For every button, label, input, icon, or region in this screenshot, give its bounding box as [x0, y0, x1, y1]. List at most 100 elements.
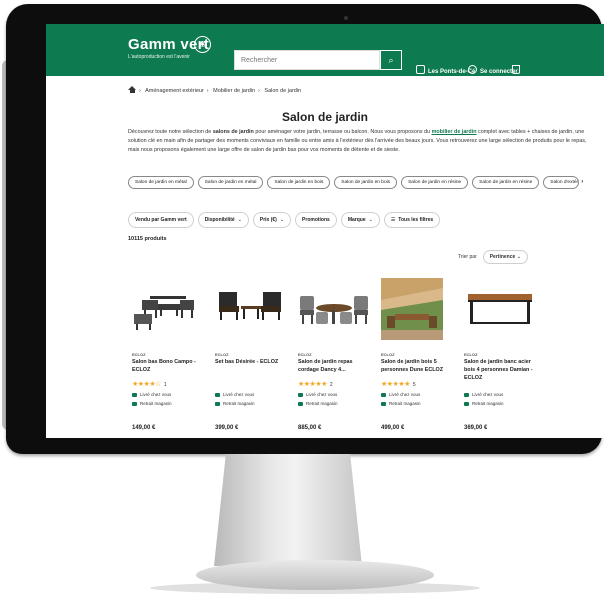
pickup-info: Retrait magasin — [132, 401, 172, 406]
store-icon — [416, 65, 425, 74]
product-image[interactable] — [211, 274, 291, 348]
login-link[interactable]: Se connecter — [468, 65, 518, 75]
truck-icon — [215, 392, 220, 397]
delivery-label: Livré chez vous — [140, 392, 172, 397]
product-price: 149,00 € — [132, 425, 156, 431]
sort-value: Pertinence — [489, 254, 516, 260]
all-filters-button[interactable]: ☰ Tous les filtres — [383, 212, 441, 228]
store-icon — [132, 401, 137, 406]
sliders-icon: ☰ — [390, 217, 396, 223]
search-icon: ⌕ — [388, 55, 394, 65]
site-header: Gamm vert L'autoproduction est l'avenir … — [46, 24, 604, 76]
monitor-stand — [214, 454, 362, 566]
chevron-down-icon: ⌄ — [516, 254, 521, 260]
product-name[interactable]: Salon de jardin repas cordage Dancy 4... — [298, 358, 372, 374]
stars-icon: ★★★★★ — [298, 381, 327, 388]
product-name[interactable]: Salon de jardin banc acier bois 4 person… — [464, 358, 538, 382]
search-button[interactable]: ⌕ — [380, 50, 402, 70]
filter-price[interactable]: Prix (€) ⌄ — [252, 212, 292, 228]
truck-icon — [298, 392, 303, 397]
page-title: Salon de jardin — [281, 110, 368, 124]
product-name[interactable]: Salon bas Bono Campo - ECLOZ — [132, 358, 206, 374]
sort-select[interactable]: Pertinence ⌄ — [482, 250, 528, 264]
category-chip[interactable]: Salon de jardin en résine — [472, 176, 540, 189]
intro-part: pour aménager votre jardin, terrasse ou … — [253, 129, 432, 135]
truck-icon — [381, 392, 386, 397]
filter-label: Vendu par Gamm vert — [135, 217, 187, 223]
pickup-label: Retrait magasin — [472, 401, 504, 406]
delivery-info: Livré chez vous — [132, 392, 171, 397]
pickup-label: Retrait magasin — [306, 401, 338, 406]
product-name[interactable]: Salon de jardin bois 5 personnes Dune EC… — [381, 358, 455, 374]
store-icon — [298, 401, 303, 406]
cart-icon[interactable] — [512, 65, 520, 74]
category-chip[interactable]: Salon de jardin en métal — [128, 176, 194, 189]
product-image[interactable] — [460, 274, 540, 348]
rating-stars: ★★★★★ 5 — [381, 380, 416, 388]
pickup-info: Retrait magasin — [298, 401, 338, 406]
search-input[interactable]: Rechercher — [234, 50, 380, 70]
category-chip[interactable]: Salon de jardin en résine — [401, 176, 469, 189]
pickup-info: Retrait magasin — [381, 401, 421, 406]
logo-emblem-icon: ❀ — [194, 36, 211, 53]
breadcrumb: › Aménagement extérieur › Mobilier de jar… — [128, 86, 301, 94]
filter-promotions[interactable]: Promotions — [295, 212, 337, 228]
category-chip[interactable]: Salon de jardin en métal — [197, 176, 264, 189]
delivery-info: Livré chez vous — [215, 392, 254, 397]
product-brand: ECLOZ — [215, 352, 229, 357]
breadcrumb-item[interactable]: Mobilier de jardin — [213, 88, 255, 94]
product-image[interactable] — [128, 274, 208, 348]
store-selector[interactable]: Les Ponts-de-Cé — [416, 65, 475, 75]
pickup-info: Retrait magasin — [215, 401, 255, 406]
category-chips: Salon de jardin en métal Salon de jardin … — [128, 170, 583, 189]
home-icon[interactable] — [128, 86, 136, 93]
delivery-label: Livré chez vous — [389, 392, 421, 397]
category-chip[interactable]: Salon de jardin en bois — [267, 176, 331, 189]
filter-label: Tous les filtres — [398, 217, 434, 223]
product-image[interactable] — [294, 274, 374, 348]
filter-bar: Vendu par Gamm vert Disponibilité ⌄ Prix (€… — [128, 208, 444, 228]
rating-stars: ★★★★★ 2 — [298, 380, 333, 388]
filter-label: Disponibilité — [204, 217, 235, 223]
category-chip[interactable]: Salon d'extérieur — [543, 176, 580, 189]
truck-icon — [132, 392, 137, 397]
delivery-label: Livré chez vous — [223, 392, 255, 397]
product-image[interactable] — [377, 274, 457, 348]
furniture-link[interactable]: mobilier de jardin — [432, 129, 477, 135]
stars-icon: ★★★★☆ — [132, 381, 161, 388]
product-brand: ECLOZ — [132, 352, 146, 357]
store-icon — [381, 401, 386, 406]
product-count: 10115 produits — [128, 236, 167, 242]
filter-availability[interactable]: Disponibilité ⌄ — [197, 212, 249, 228]
delivery-label: Livré chez vous — [306, 392, 338, 397]
intro-part: Découvrez toute notre sélection de — [128, 129, 213, 135]
product-brand: ECLOZ — [298, 352, 312, 357]
website-screen: Gamm vert L'autoproduction est l'avenir … — [46, 24, 604, 438]
delivery-info: Livré chez vous — [464, 392, 503, 397]
chevron-down-icon: ⌄ — [368, 217, 373, 223]
product-name[interactable]: Set bas Désirée - ECLOZ — [215, 358, 289, 366]
user-icon — [468, 65, 477, 74]
monitor-camera — [344, 16, 348, 20]
filter-sold-by[interactable]: Vendu par Gamm vert — [128, 212, 194, 228]
rating-stars: ★★★★☆ 1 — [132, 380, 167, 388]
filter-brand[interactable]: Marque ⌄ — [340, 212, 380, 228]
chevron-right-icon[interactable]: › — [581, 179, 583, 185]
chevron-down-icon: ⌄ — [237, 217, 242, 223]
delivery-info: Livré chez vous — [381, 392, 420, 397]
intro-bold: salons de jardin — [212, 129, 254, 135]
review-count: 2 — [329, 382, 333, 388]
store-icon — [464, 401, 469, 406]
monitor: Gamm vert L'autoproduction est l'avenir … — [0, 0, 604, 595]
product-price: 399,00 € — [215, 425, 239, 431]
sort-label: Trier par — [458, 254, 477, 260]
product-price: 885,00 € — [298, 425, 322, 431]
product-brand: ECLOZ — [464, 352, 478, 357]
product-price: 369,00 € — [464, 425, 488, 431]
breadcrumb-item[interactable]: Aménagement extérieur — [145, 88, 204, 94]
product-brand: ECLOZ — [381, 352, 395, 357]
review-count: 5 — [412, 382, 416, 388]
filter-label: Prix (€) — [259, 217, 277, 223]
filter-label: Promotions — [302, 217, 330, 223]
category-chip[interactable]: Salon de jardin en bois — [334, 176, 398, 189]
